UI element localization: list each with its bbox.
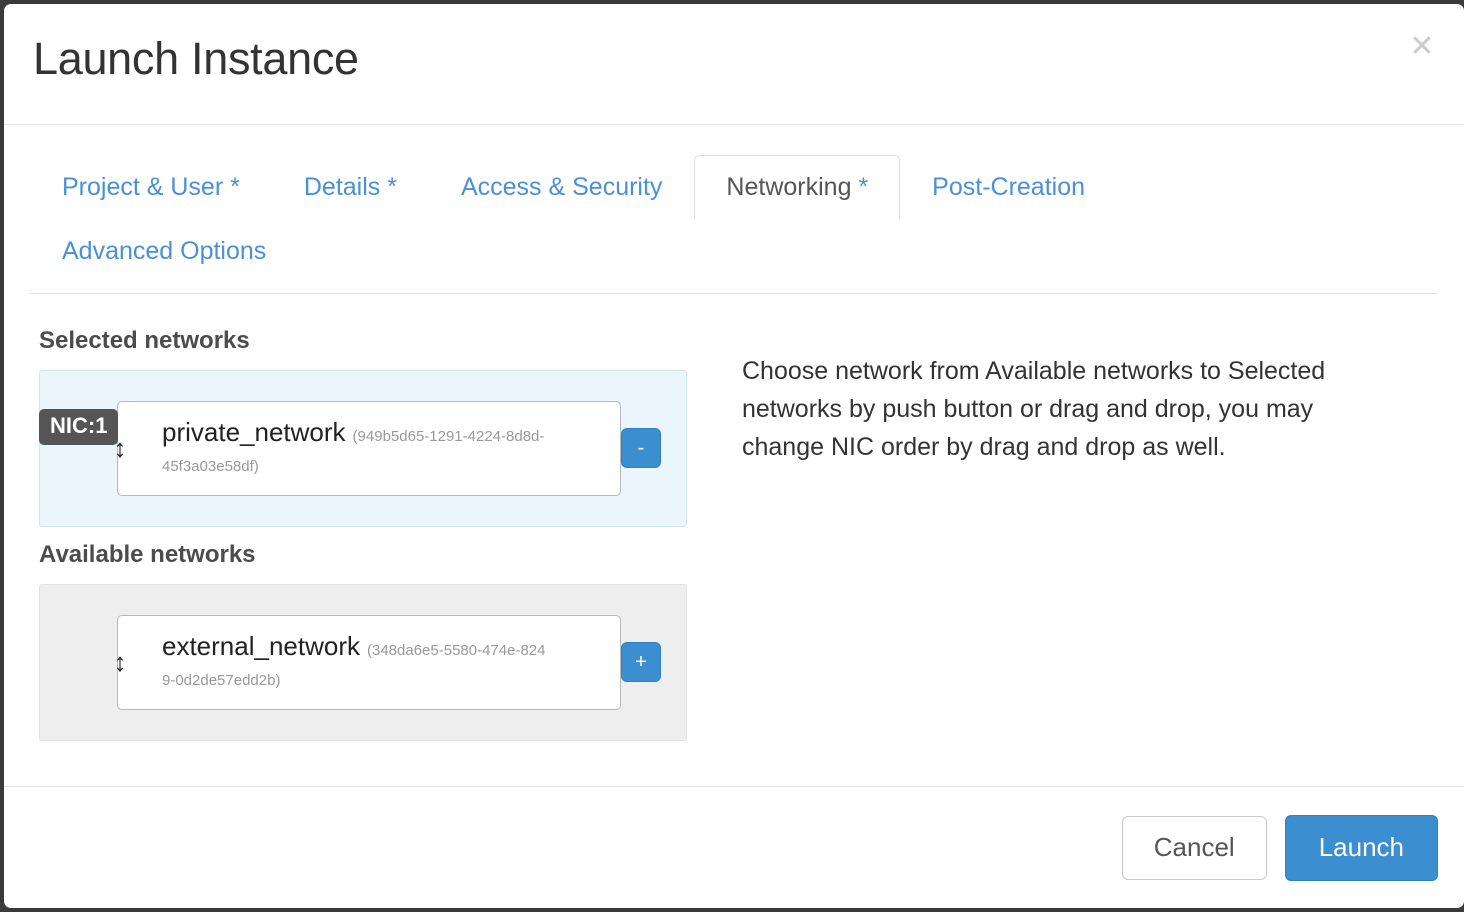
tab-networking[interactable]: Networking * (694, 155, 901, 219)
tab-label: Details (303, 173, 381, 201)
tab-bar: Project & User * Details * Access & Secu… (4, 125, 1464, 313)
available-network-item[interactable]: ↕ external_network (348da6e5-5580-474e-82… (114, 614, 661, 710)
selected-network-item[interactable]: NIC:1 ↕ private_network (949b5d65-1291-42… (39, 400, 661, 496)
help-column: Choose network from Available networks t… (710, 313, 1438, 741)
close-icon[interactable]: ✕ (1406, 31, 1438, 63)
minus-icon[interactable]: - (621, 428, 661, 469)
networks-column: Selected networks NIC:1 ↕ private_networ… (30, 313, 710, 741)
tab-label: Networking (726, 173, 852, 201)
tab-list: Project & User * Details * Access & Secu… (30, 125, 1438, 294)
required-marker: * (230, 173, 240, 201)
tab-label: Access & Security (460, 173, 663, 201)
tab-advanced-options[interactable]: Advanced Options (30, 219, 298, 283)
cancel-button[interactable]: Cancel (1121, 815, 1267, 880)
dialog-body: Selected networks NIC:1 ↕ private_networ… (4, 313, 1464, 783)
page-title: Launch Instance (33, 33, 359, 84)
tab-networking-item: Networking * (694, 155, 901, 219)
selected-networks-dropzone[interactable]: NIC:1 ↕ private_network (949b5d65-1291-42… (39, 369, 687, 527)
tab-project-user-item: Project & User * (30, 155, 272, 219)
dialog-header: Launch Instance ✕ (4, 4, 1464, 125)
plus-icon[interactable]: + (621, 642, 661, 683)
network-name: private_network (162, 416, 346, 447)
tab-details[interactable]: Details * (272, 155, 429, 219)
tab-label: Post-Creation (932, 173, 1086, 201)
tab-label: Advanced Options (62, 237, 267, 265)
launch-instance-dialog: Launch Instance ✕ Project & User * Detai… (4, 4, 1464, 908)
networking-layout: Selected networks NIC:1 ↕ private_networ… (30, 313, 1438, 741)
tab-post-creation[interactable]: Post-Creation (900, 155, 1117, 219)
selected-networks-heading: Selected networks (39, 327, 250, 354)
available-networks-heading: Available networks (39, 540, 256, 568)
tab-details-item: Details * (272, 155, 429, 219)
launch-button[interactable]: Launch (1284, 814, 1438, 881)
tab-label: Project & User (62, 173, 224, 201)
available-networks-dropzone[interactable]: ↕ external_network (348da6e5-5580-474e-82… (39, 583, 687, 741)
tab-post-creation-item: Post-Creation (900, 155, 1117, 219)
tab-access-security-item: Access & Security (429, 155, 694, 219)
drag-handle-icon[interactable]: ↕ (108, 649, 132, 675)
tab-access-security[interactable]: Access & Security (429, 155, 694, 219)
nic-order-badge: NIC:1 (39, 408, 119, 445)
tab-project-user[interactable]: Project & User * (30, 155, 272, 219)
required-marker: * (387, 173, 397, 201)
network-name: external_network (162, 630, 360, 661)
required-marker: * (858, 173, 869, 201)
dialog-footer: Cancel Launch (4, 786, 1464, 908)
help-text: Choose network from Available networks t… (742, 357, 1326, 461)
tab-advanced-options-item: Advanced Options (30, 219, 1438, 283)
